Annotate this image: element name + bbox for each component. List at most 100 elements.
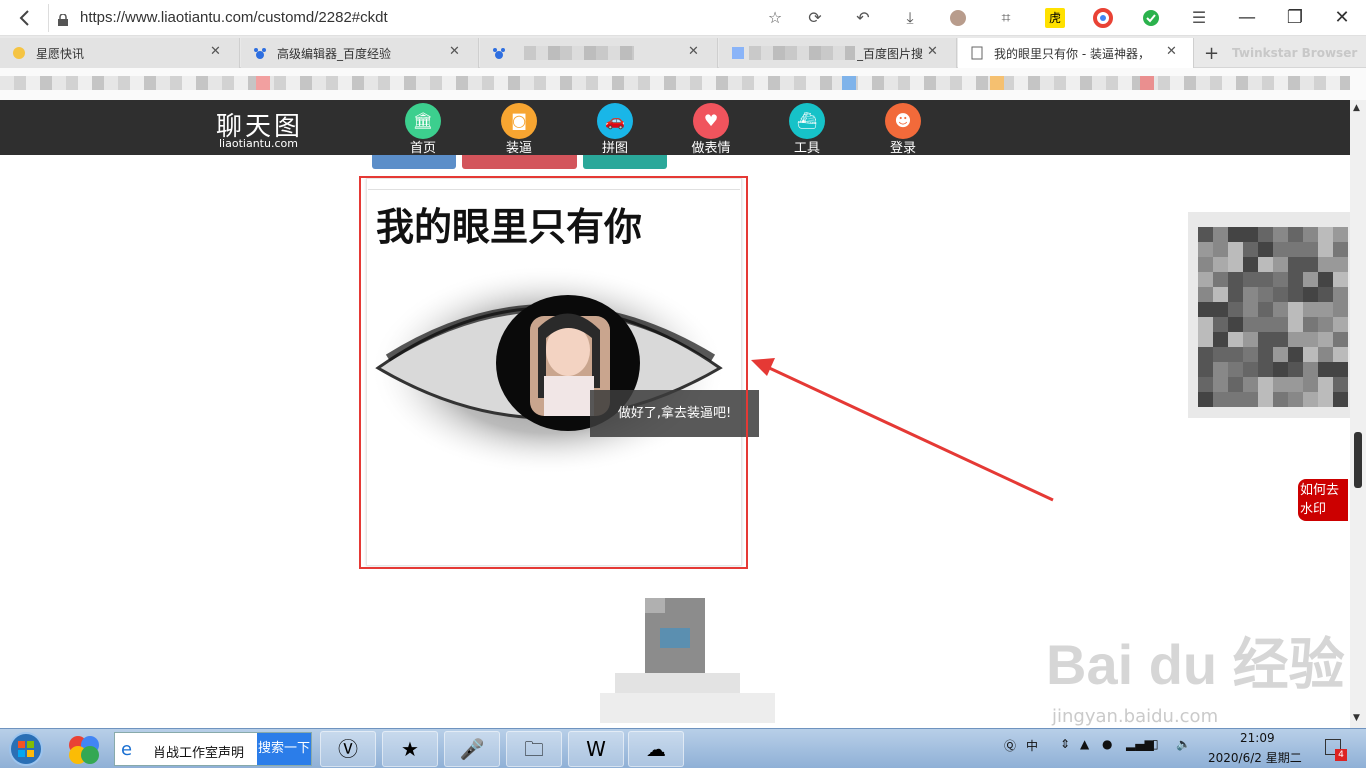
avatar-icon[interactable] xyxy=(948,8,968,28)
blurred-label xyxy=(524,46,634,60)
star-icon[interactable]: ☆ xyxy=(765,8,785,28)
highlight-frame xyxy=(359,176,748,569)
action-button[interactable] xyxy=(583,155,667,169)
taskbar-search[interactable]: e 肖战工作室声明 搜索一下 xyxy=(114,732,312,766)
ship-icon: ⛴ xyxy=(789,103,825,139)
scrollbar[interactable] xyxy=(1350,100,1366,728)
bookmark-icon[interactable] xyxy=(1140,76,1154,90)
tab-close-icon[interactable]: ✕ xyxy=(688,44,699,59)
star-app-icon[interactable]: ★ xyxy=(382,731,438,767)
baidu-watermark: Bai du 经验 xyxy=(1046,633,1345,696)
nav-label: 装逼 xyxy=(505,141,532,156)
menu-icon[interactable]: ☰ xyxy=(1189,8,1209,28)
new-tab-icon[interactable]: + xyxy=(1204,43,1219,64)
site-logo-domain[interactable]: liaotiantu.com xyxy=(219,137,298,150)
crop-icon[interactable]: ⌗ xyxy=(996,8,1016,28)
tray-arrow-icon[interactable]: ⇕ xyxy=(1060,737,1070,751)
v-app-icon[interactable]: Ⓥ xyxy=(320,731,376,767)
tab-close-icon[interactable]: ✕ xyxy=(927,44,938,59)
tab[interactable]: _百度图片搜 ✕ xyxy=(719,38,957,68)
undo-icon[interactable]: ↶ xyxy=(853,8,873,28)
taskbar: e 肖战工作室声明 搜索一下 Ⓥ ★ 🎤 🗀 W ☁ Ⓠ 中 ⇕ ▲ ● ▂▄▆… xyxy=(0,728,1366,768)
close-icon[interactable]: ✕ xyxy=(1330,6,1354,30)
microphone-icon[interactable]: 🎤 xyxy=(444,731,500,767)
nav-login[interactable]: ☻ 登录 xyxy=(873,103,933,156)
tiger-icon[interactable]: 虎 xyxy=(1045,8,1065,28)
colorful-app-icon[interactable] xyxy=(66,733,102,765)
baidu-watermark-url: jingyan.baidu.com xyxy=(1052,706,1219,727)
divider xyxy=(48,4,49,32)
restore-icon[interactable]: ❐ xyxy=(1283,6,1307,30)
address-bar: https://www.liaotiantu.com/customd/2282#… xyxy=(0,0,1366,36)
cloud-app-icon[interactable]: ☁ xyxy=(628,731,684,767)
start-button[interactable] xyxy=(6,731,46,767)
volume-icon[interactable]: 🔈 xyxy=(1176,737,1191,751)
nav-label: 工具 xyxy=(793,141,820,156)
scroll-up-icon[interactable]: ▲ xyxy=(1353,103,1360,113)
bookmark-icon[interactable] xyxy=(990,76,1004,90)
scrollbar-thumb[interactable] xyxy=(1354,432,1362,488)
blurred-image xyxy=(600,598,775,726)
show-hidden-icon[interactable]: ▲ xyxy=(1080,737,1089,751)
file-explorer-icon[interactable]: 🗀 xyxy=(506,731,562,767)
paw-icon xyxy=(492,46,506,60)
clock-date[interactable]: 2020/6/2 星期二 xyxy=(1208,749,1302,766)
nav-tools[interactable]: ⛴ 工具 xyxy=(777,103,837,156)
arrow-annotation xyxy=(751,358,1054,502)
tab[interactable]: 高级编辑器_百度经验 ✕ xyxy=(241,38,479,68)
image-icon xyxy=(731,46,745,60)
search-input[interactable]: 肖战工作室声明 xyxy=(153,742,244,761)
smile-icon xyxy=(12,46,26,60)
tab-label: 我的眼里只有你 - 装逼神器，装 xyxy=(994,47,1144,61)
minimize-icon[interactable]: — xyxy=(1235,6,1259,30)
ime-language[interactable]: 中 xyxy=(1026,737,1038,754)
record-icon[interactable]: ● xyxy=(1102,737,1112,751)
tab-label: 星愿快讯 xyxy=(36,47,85,61)
tab-close-icon[interactable]: ✕ xyxy=(449,44,460,59)
nav-collage[interactable]: 🚗 拼图 xyxy=(585,103,645,156)
action-button[interactable] xyxy=(372,155,456,169)
ie-icon: e xyxy=(121,739,133,760)
bank-icon: 🏛 xyxy=(405,103,441,139)
tab-close-icon[interactable]: ✕ xyxy=(210,44,221,59)
bookmark-icon[interactable] xyxy=(842,76,856,90)
q-icon[interactable]: Ⓠ xyxy=(1004,737,1016,754)
bookmarks-bar xyxy=(0,68,1366,100)
wps-icon[interactable]: W xyxy=(568,731,624,767)
network-icon[interactable]: ▂▄▆ xyxy=(1126,737,1154,751)
lock-icon xyxy=(58,11,68,26)
device-icon[interactable]: ▯ xyxy=(1152,737,1159,751)
remove-watermark-button[interactable]: 如何去水印 xyxy=(1298,479,1348,521)
nav-label: 首页 xyxy=(409,141,436,156)
bookmark-icon[interactable] xyxy=(256,76,270,90)
scroll-down-icon[interactable]: ▼ xyxy=(1353,713,1360,723)
tab-label: 高级编辑器_百度经验 xyxy=(277,47,392,61)
tab-label: _百度图片搜 xyxy=(857,47,924,61)
action-button[interactable] xyxy=(462,155,577,169)
camera-icon: ◙ xyxy=(501,103,537,139)
tab[interactable]: 星愿快讯 ✕ xyxy=(0,38,240,68)
blurred-label xyxy=(749,46,855,60)
nav-label: 拼图 xyxy=(601,141,628,156)
qr-code-blurred[interactable] xyxy=(1188,212,1350,418)
nav-home[interactable]: 🏛 首页 xyxy=(393,103,453,156)
page-icon xyxy=(970,46,984,60)
download-icon[interactable]: ⤓ xyxy=(900,8,920,28)
paw-icon xyxy=(253,46,267,60)
user-face-icon: ☻ xyxy=(885,103,921,139)
new-tab-label[interactable]: Twinkstar Browser xyxy=(1232,46,1357,60)
car-icon: 🚗 xyxy=(597,103,633,139)
back-icon[interactable] xyxy=(14,7,36,29)
clock-time[interactable]: 21:09 xyxy=(1240,731,1275,745)
check-shield-icon[interactable] xyxy=(1141,8,1161,28)
tab-active[interactable]: 我的眼里只有你 - 装逼神器，装 ✕ xyxy=(958,38,1194,68)
notification-badge: 4 xyxy=(1335,749,1347,761)
search-button[interactable]: 搜索一下 xyxy=(257,733,311,765)
url-field[interactable]: https://www.liaotiantu.com/customd/2282#… xyxy=(80,9,388,26)
tab-close-icon[interactable]: ✕ xyxy=(1166,44,1177,59)
nav-make-emoji[interactable]: ♥ 做表情 xyxy=(681,103,741,156)
nav-zhuangbi[interactable]: ◙ 装逼 xyxy=(489,103,549,156)
refresh-icon[interactable]: ⟳ xyxy=(805,8,825,28)
tab[interactable]: ✕ xyxy=(480,38,718,68)
chrome-icon[interactable] xyxy=(1093,8,1113,28)
